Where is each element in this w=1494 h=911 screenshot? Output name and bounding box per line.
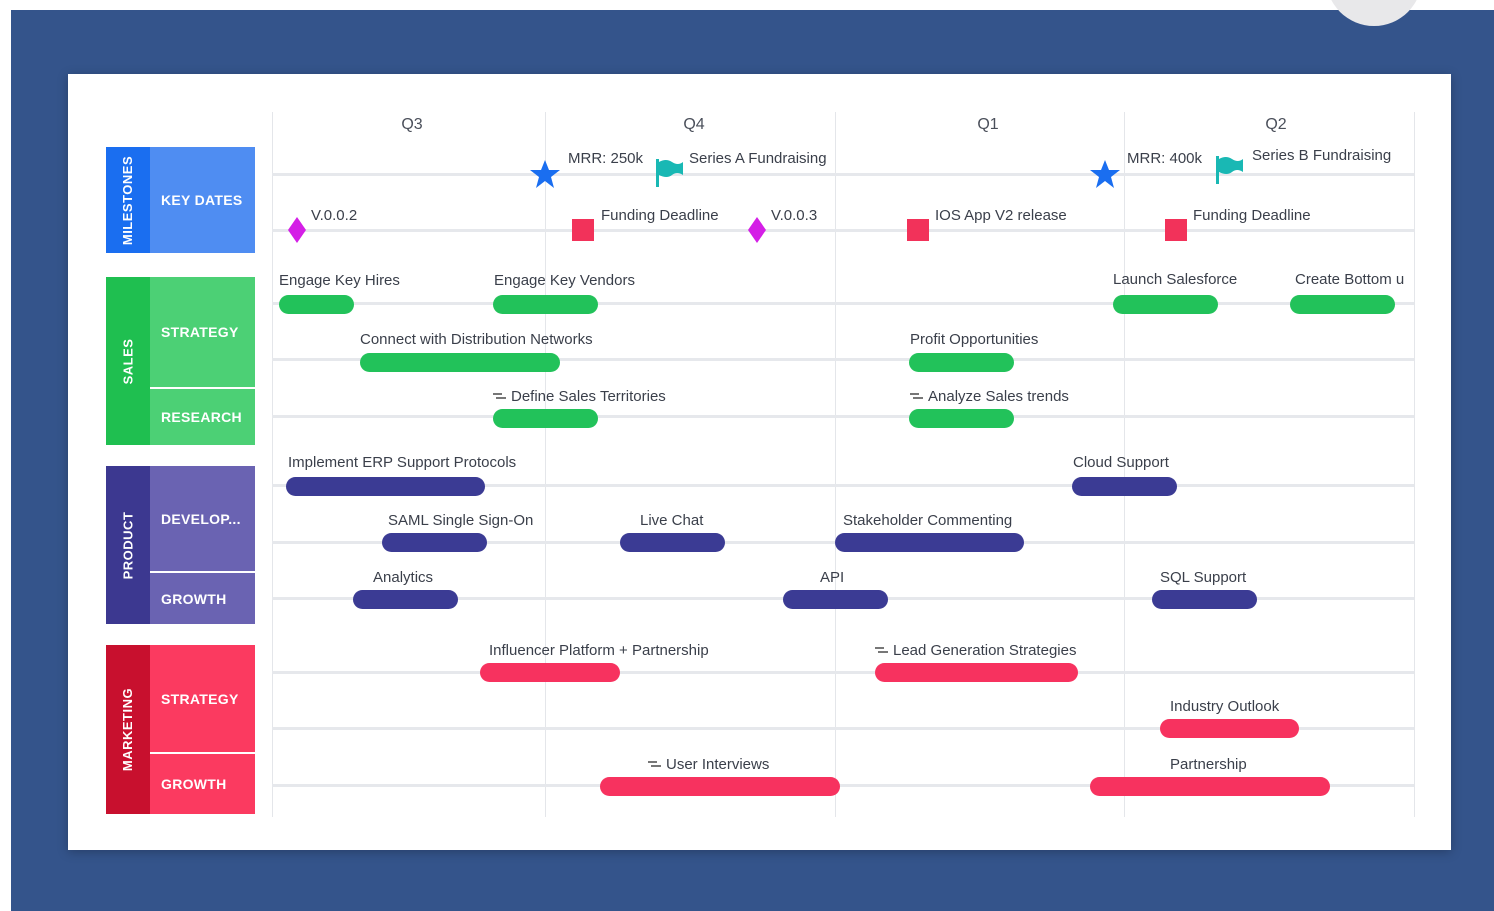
row-sales-research[interactable]: RESEARCH — [150, 389, 255, 445]
task-label: Connect with Distribution Networks — [360, 331, 593, 348]
task-label: Engage Key Hires — [279, 272, 400, 289]
task-label: SAML Single Sign-On — [388, 512, 534, 529]
group-milestones-label: MILESTONES — [120, 155, 136, 245]
subtask-icon — [910, 392, 923, 402]
star-icon[interactable] — [1089, 158, 1121, 190]
task-bar-live-chat[interactable] — [620, 533, 725, 552]
task-bar-profit[interactable] — [909, 353, 1014, 372]
task-bar-user-interviews[interactable] — [600, 777, 840, 796]
grid-line — [1414, 112, 1415, 817]
task-bar-engage-hires[interactable] — [279, 295, 354, 314]
quarter-q2: Q2 — [1265, 116, 1287, 133]
square-icon[interactable] — [907, 219, 929, 241]
task-bar-influencer[interactable] — [480, 663, 620, 682]
milestone-funding-deadline-1[interactable]: Funding Deadline — [601, 207, 719, 224]
flag-icon[interactable] — [1214, 154, 1244, 186]
roadmap-card: Q3 Q4 Q1 Q2 MILESTONES KEY DATES SALES S… — [68, 74, 1451, 850]
task-label: Partnership — [1170, 756, 1247, 773]
milestone-v002[interactable]: V.0.0.2 — [311, 207, 357, 224]
task-bar-stakeholder[interactable] — [835, 533, 1024, 552]
task-label: Cloud Support — [1073, 454, 1169, 471]
task-label: SQL Support — [1160, 569, 1247, 586]
task-label: Create Bottom u — [1295, 271, 1405, 288]
row-marketing-growth[interactable]: GROWTH — [150, 754, 255, 814]
task-bar-saml[interactable] — [382, 533, 487, 552]
lane-line — [272, 302, 1414, 305]
task-bar-cloud[interactable] — [1072, 477, 1177, 496]
lane-line — [272, 671, 1414, 674]
milestone-mrr-250k[interactable]: MRR: 250k — [568, 150, 643, 167]
task-label: Analytics — [373, 569, 434, 586]
task-bar-industry[interactable] — [1160, 719, 1299, 738]
task-label-text: User Interviews — [666, 756, 770, 773]
row-product-growth[interactable]: GROWTH — [150, 573, 255, 624]
task-label: API — [820, 569, 845, 586]
task-label: Analyze Sales trends — [910, 388, 1069, 405]
milestone-ios-release[interactable]: IOS App V2 release — [935, 207, 1067, 224]
diamond-icon[interactable] — [287, 216, 307, 244]
star-icon[interactable] — [529, 158, 561, 190]
task-label: Launch Salesforce — [1113, 271, 1238, 288]
task-bar-api[interactable] — [783, 590, 888, 609]
lane-line — [272, 415, 1414, 418]
group-marketing-label: MARKETING — [120, 687, 136, 772]
subtask-icon — [875, 646, 888, 656]
task-label-text: Define Sales Territories — [511, 388, 666, 405]
row-product-develop[interactable]: DEVELOP... — [150, 466, 255, 571]
subtask-icon — [493, 392, 506, 402]
grid-line — [835, 112, 836, 817]
task-label: Live Chat — [640, 512, 704, 529]
task-label-text: Analyze Sales trends — [928, 388, 1069, 405]
flag-icon[interactable] — [654, 157, 684, 189]
task-bar-analytics[interactable] — [353, 590, 458, 609]
task-bar-erp[interactable] — [286, 477, 485, 496]
task-label: Define Sales Territories — [493, 388, 666, 405]
group-sales-label: SALES — [120, 338, 136, 384]
task-label: User Interviews — [648, 756, 769, 773]
milestone-mrr-400k[interactable]: MRR: 400k — [1127, 150, 1202, 167]
subtask-icon — [648, 760, 661, 770]
milestone-v003[interactable]: V.0.0.3 — [771, 207, 817, 224]
task-bar-lead-gen[interactable] — [875, 663, 1078, 682]
task-label: Profit Opportunities — [910, 331, 1039, 348]
grid-line — [545, 112, 546, 817]
row-marketing-strategy[interactable]: STRATEGY — [150, 645, 255, 752]
square-icon[interactable] — [572, 219, 594, 241]
grid-line — [272, 112, 273, 817]
milestone-funding-deadline-2[interactable]: Funding Deadline — [1193, 207, 1311, 224]
task-bar-define-territories[interactable] — [493, 409, 598, 428]
milestone-series-b[interactable]: Series B Fundraising — [1252, 147, 1391, 164]
task-bar-engage-vendors[interactable] — [493, 295, 598, 314]
task-bar-create-bottom[interactable] — [1290, 295, 1395, 314]
group-milestones[interactable]: MILESTONES — [106, 147, 150, 253]
task-label: Lead Generation Strategies — [875, 642, 1076, 659]
task-bar-sql[interactable] — [1152, 590, 1257, 609]
row-key-dates[interactable]: KEY DATES — [150, 147, 255, 253]
task-label: Implement ERP Support Protocols — [288, 454, 517, 471]
group-product[interactable]: PRODUCT — [106, 466, 150, 624]
task-label: Stakeholder Commenting — [843, 512, 1013, 529]
group-sales[interactable]: SALES — [106, 277, 150, 445]
task-label: Industry Outlook — [1170, 698, 1280, 715]
square-icon[interactable] — [1165, 219, 1187, 241]
task-label-text: Lead Generation Strategies — [893, 642, 1077, 659]
diamond-icon[interactable] — [747, 216, 767, 244]
task-bar-partnership[interactable] — [1090, 777, 1330, 796]
task-label: Engage Key Vendors — [494, 272, 635, 289]
quarter-q1: Q1 — [977, 116, 999, 133]
task-bar-analyze-trends[interactable] — [909, 409, 1014, 428]
task-bar-launch-salesforce[interactable] — [1113, 295, 1218, 314]
group-product-label: PRODUCT — [120, 511, 136, 579]
lane-line — [272, 229, 1414, 232]
milestone-series-a[interactable]: Series A Fundraising — [689, 150, 827, 167]
task-label: Influencer Platform + Partnership — [489, 642, 709, 659]
quarter-q4: Q4 — [683, 116, 705, 133]
row-sales-strategy[interactable]: STRATEGY — [150, 277, 255, 387]
group-marketing[interactable]: MARKETING — [106, 645, 150, 814]
task-bar-connect-networks[interactable] — [360, 353, 560, 372]
quarter-q3: Q3 — [401, 116, 423, 133]
